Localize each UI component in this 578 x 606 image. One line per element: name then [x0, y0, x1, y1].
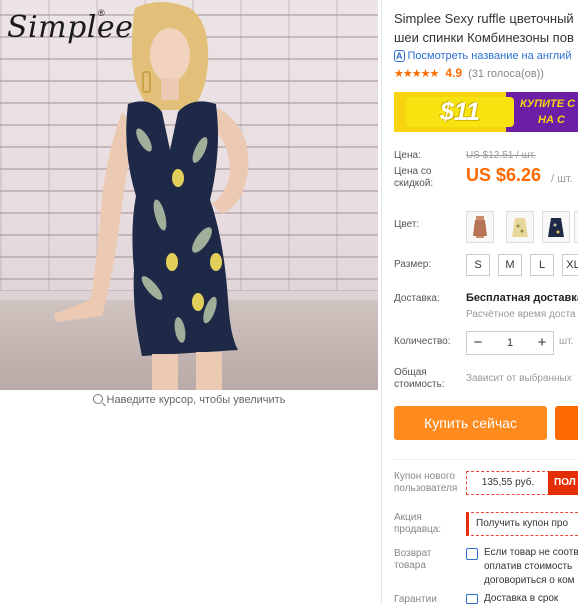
translate-title-link[interactable]: A Посмотреть название на англий	[394, 50, 571, 62]
banner-price: $11	[406, 97, 514, 127]
quantity-unit: шт.	[559, 336, 574, 347]
quantity-decrease-button[interactable]: −	[467, 332, 489, 354]
shipping-label: Доставка:	[394, 293, 440, 304]
seller-promo-label-1: Акция	[394, 512, 422, 523]
color-swatch-3[interactable]	[542, 211, 570, 243]
swatch-3-thumbnail	[548, 218, 564, 237]
rating-value: 4.9	[445, 66, 463, 80]
returns-text: Если товар не соотв оплатив стоимость до…	[484, 546, 578, 588]
size-option-xl[interactable]: XL	[562, 254, 578, 276]
rating-stars-icon: ★★★★★	[394, 68, 439, 80]
color-label: Цвет:	[394, 219, 420, 230]
return-policy-icon	[466, 548, 478, 560]
seller-promo-label: Акция продавца:	[394, 512, 441, 536]
returns-label-2: товара	[394, 560, 426, 571]
size-option-m[interactable]: M	[498, 254, 522, 276]
quantity-stepper: − 1 +	[466, 331, 554, 355]
returns-text-line-2: оплатив стоимость	[484, 561, 573, 572]
total-label-1: Общая	[394, 367, 427, 378]
color-swatch-2[interactable]	[506, 211, 534, 243]
zoom-hint-text: Наведите курсор, чтобы увеличить	[106, 394, 286, 406]
total-label: Общая стоимость:	[394, 367, 445, 391]
product-main-image[interactable]: Simplee ®	[0, 0, 378, 390]
discount-price-label-1: Цена со	[394, 166, 432, 177]
price-label: Цена:	[394, 150, 421, 161]
quantity-label: Количество:	[394, 336, 451, 347]
size-option-s[interactable]: S	[466, 254, 490, 276]
magnifier-icon	[92, 394, 103, 404]
size-option-l[interactable]: L	[530, 254, 554, 276]
returns-label-1: Возврат	[394, 548, 432, 559]
seller-promo-label-2: продавца:	[394, 524, 442, 535]
shipping-method[interactable]: Бесплатная доставка	[466, 292, 578, 304]
column-divider	[381, 0, 382, 604]
translate-icon: A	[394, 50, 405, 62]
product-title-line-2: шеи спинки Комбинезоны пов	[394, 30, 574, 45]
registered-mark: ®	[98, 8, 105, 18]
model-figure	[54, 2, 249, 390]
coupon-amount: 135,55 руб.	[466, 471, 550, 495]
discount-price-label: Цена со скидкой:	[394, 166, 433, 190]
guarantee-label: Гарантии	[394, 594, 437, 605]
banner-cta-line-2: НА С	[538, 114, 565, 126]
color-swatch-1[interactable]	[466, 211, 494, 243]
product-title: Simplee Sexy ruffle цветочный шеи спинки…	[394, 9, 578, 47]
price-unit: / шт.	[551, 173, 573, 185]
shipping-estimate: Расчётное время доста	[466, 309, 576, 320]
promo-banner[interactable]: $11 КУПИТЕ С НА С	[394, 92, 578, 132]
original-price: US $12.51 / шт.	[466, 150, 536, 161]
returns-text-line-3: договориться о ком	[484, 575, 575, 586]
discount-price: US $6.26	[466, 165, 542, 185]
color-swatch-4[interactable]	[574, 211, 578, 243]
quantity-input[interactable]: 1	[489, 332, 531, 354]
banner-cta-line-1: КУПИТЕ С	[520, 98, 576, 110]
returns-text-line-1: Если товар не соотв	[484, 547, 578, 558]
coupon-label-1: Купон нового	[394, 471, 455, 482]
add-to-cart-button[interactable]	[555, 406, 578, 440]
quantity-increase-button[interactable]: +	[531, 332, 553, 354]
seller-coupon-link[interactable]: Получить купон про	[466, 512, 578, 536]
rating-count: (31 голоса(ов))	[468, 68, 544, 80]
get-coupon-button[interactable]: ПОЛ	[548, 471, 578, 495]
brand-logo: Simplee	[7, 10, 134, 45]
product-title-line-1: Simplee Sexy ruffle цветочный	[394, 11, 574, 26]
coupon-label-2: пользователя	[394, 483, 458, 494]
buy-now-button[interactable]: Купить сейчас	[394, 406, 547, 440]
section-divider	[394, 459, 578, 460]
guarantee-text: Доставка в срок	[484, 593, 559, 604]
product-rating[interactable]: ★★★★★ 4.9 (31 голоса(ов))	[394, 66, 544, 80]
swatch-1-thumbnail	[473, 216, 487, 238]
discount-price-label-2: скидкой:	[394, 178, 434, 189]
delivery-guarantee-icon	[466, 594, 478, 604]
swatch-2-thumbnail	[512, 218, 528, 237]
returns-label: Возврат товара	[394, 548, 432, 572]
translate-link-text: Посмотреть название на англий	[407, 50, 572, 62]
zoom-hint: Наведите курсор, чтобы увеличить	[0, 394, 378, 406]
new-user-coupon-label: Купон нового пользователя	[394, 471, 457, 495]
total-note: Зависит от выбранных	[466, 373, 572, 384]
size-label: Размер:	[394, 259, 432, 270]
total-label-2: стоимость:	[394, 379, 445, 390]
